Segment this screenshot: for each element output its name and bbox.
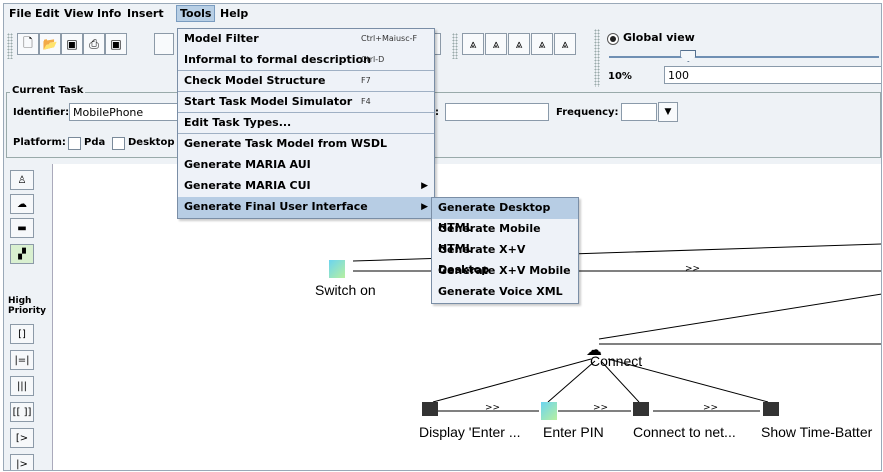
open-folder-icon[interactable]: 📂 (39, 33, 61, 55)
tree-layout-icon-3[interactable]: ⩓ (508, 33, 530, 55)
menu-item-generate-from-wsdl[interactable]: Generate Task Model from WSDL (178, 134, 434, 155)
save-as-icon[interactable]: ▣ (105, 33, 127, 55)
task-node-show-time[interactable]: Show Time-Batter (761, 424, 872, 440)
global-view-radio[interactable] (607, 33, 619, 45)
application-task-icon[interactable] (633, 402, 649, 416)
menu-insert[interactable]: Insert (127, 7, 164, 20)
menu-tools[interactable]: Tools (176, 5, 216, 22)
pda-checkbox[interactable] (68, 137, 81, 150)
final-ui-submenu: Generate Desktop HTML Generate Mobile HT… (431, 197, 579, 304)
submenu-item-voice-xml[interactable]: Generate Voice XML (432, 282, 578, 303)
concurrency-operator-button[interactable]: ||| (10, 376, 34, 396)
desktop-label: Desktop (128, 137, 175, 148)
operator-enabling-3: >> (593, 403, 609, 413)
operator-enabling-1: >> (685, 264, 701, 274)
task-node-connect[interactable]: Connect (590, 353, 642, 369)
submenu-item-xv-desktop[interactable]: Generate X+V Desktop (432, 240, 578, 276)
submenu-item-mobile-html[interactable]: Generate Mobile HTML (432, 219, 578, 255)
toolbar-grip-2[interactable] (452, 33, 458, 59)
tree-layout-icon-5[interactable]: ⩓ (554, 33, 576, 55)
app-window: File Edit View Info Insert Tools Help 🗋 … (3, 3, 882, 471)
zoom-slider-track[interactable] (609, 56, 879, 58)
menu-help[interactable]: Help (220, 7, 248, 20)
menu-item-generate-maria-aui[interactable]: Generate MARIA AUI (178, 155, 434, 176)
submenu-item-xv-mobile[interactable]: Generate X+V Mobile (432, 261, 578, 282)
menu-item-edit-task-types[interactable]: Edit Task Types... (178, 113, 434, 134)
toolbar: 🗋 📂 ▣ ⎙ ▣ ⩓ ⩓ ⩓ ⩓ ⩓ Global view 10% 100 (4, 25, 881, 87)
menubar: File Edit View Info Insert Tools Help (4, 4, 881, 24)
submenu-arrow-icon: ▶ (421, 181, 428, 191)
zoom-slider-thumb[interactable] (680, 50, 697, 62)
submenu-item-desktop-html[interactable]: Generate Desktop HTML (432, 198, 578, 234)
interaction-task-icon[interactable] (329, 260, 345, 278)
operator-enabling-2: >> (485, 403, 501, 413)
frequency-label: Frequency: (556, 107, 619, 118)
order-independence-button[interactable]: |=| (10, 350, 34, 370)
identifier-field[interactable]: MobilePhone (69, 103, 179, 121)
menu-file[interactable]: File (9, 7, 32, 20)
task-node-display-enter[interactable]: Display 'Enter ... (419, 424, 521, 440)
application-task-icon[interactable] (763, 402, 779, 416)
current-task-panel: Current Task Identifier: MobilePhone : F… (6, 85, 881, 158)
print-icon[interactable]: ⎙ (83, 33, 105, 55)
menu-item-generate-maria-cui[interactable]: Generate MARIA CUI ▶ (178, 176, 434, 197)
tree-layout-icon-4[interactable]: ⩓ (531, 33, 553, 55)
desktop-checkbox[interactable] (112, 137, 125, 150)
application-task-icon[interactable]: ▬ (10, 218, 34, 238)
application-task-icon[interactable] (422, 402, 438, 416)
save-icon[interactable]: ▣ (61, 33, 83, 55)
abstract-task-icon[interactable]: ☁ (10, 194, 34, 214)
menu-item-generate-final-ui[interactable]: Generate Final User Interface ▶ (178, 197, 434, 218)
menu-edit[interactable]: Edit (35, 7, 59, 20)
menu-item-start-simulator[interactable]: Start Task Model Simulator F4 (178, 92, 434, 113)
pda-label: Pda (84, 137, 106, 148)
platform-label: Platform: (13, 137, 66, 148)
frequency-select[interactable] (621, 103, 657, 121)
interaction-task-icon[interactable] (541, 402, 557, 420)
menu-view[interactable]: View (64, 7, 94, 20)
current-task-title: Current Task (10, 85, 86, 96)
new-file-icon[interactable]: 🗋 (17, 33, 39, 55)
toolbar-grip[interactable] (7, 33, 13, 59)
toolbar-grip-3[interactable] (594, 29, 600, 87)
task-text-field[interactable] (445, 103, 549, 121)
field-label-colon: : (435, 107, 439, 118)
synchronization-operator-button[interactable]: [[ ]] (10, 402, 34, 422)
submenu-arrow-icon: ▶ (421, 202, 428, 212)
toolbar-button-hidden[interactable] (154, 33, 174, 55)
zoom-input[interactable]: 100 (664, 66, 881, 84)
choice-operator-button[interactable]: [] (10, 324, 34, 344)
zoom-percent: 10% (608, 71, 632, 82)
task-node-switch-on[interactable]: Switch on (315, 282, 376, 298)
tools-menu: Model Filter Ctrl+Maiusc-F Informal to fo… (177, 28, 435, 219)
task-node-enter-pin[interactable]: Enter PIN (543, 424, 604, 440)
menu-item-model-filter[interactable]: Model Filter Ctrl+Maiusc-F (178, 29, 434, 50)
tree-layout-icon-2[interactable]: ⩓ (485, 33, 507, 55)
menu-info[interactable]: Info (97, 7, 121, 20)
tree-layout-icon-1[interactable]: ⩓ (462, 33, 484, 55)
menu-item-informal-to-formal[interactable]: Informal to formal description Ctrl-D (178, 50, 434, 71)
menu-item-check-model-structure[interactable]: Check Model Structure F7 (178, 71, 434, 92)
suspend-resume-button[interactable]: |> (10, 454, 34, 470)
task-palette: ♙ ☁ ▬ ▞ High Priority [] |=| ||| [[ ]] [… (6, 164, 48, 470)
disabling-operator-button[interactable]: [> (10, 428, 34, 448)
global-view-label: Global view (623, 31, 695, 44)
identifier-label: Identifier: (13, 107, 70, 118)
priority-label: High Priority (8, 296, 46, 316)
frequency-dropdown-button[interactable]: ▼ (658, 102, 678, 122)
interaction-task-icon[interactable]: ▞ (10, 244, 34, 264)
user-task-icon[interactable]: ♙ (10, 170, 34, 190)
task-node-connect-to-net[interactable]: Connect to net... (633, 424, 736, 440)
operator-enabling-4: >> (703, 403, 719, 413)
